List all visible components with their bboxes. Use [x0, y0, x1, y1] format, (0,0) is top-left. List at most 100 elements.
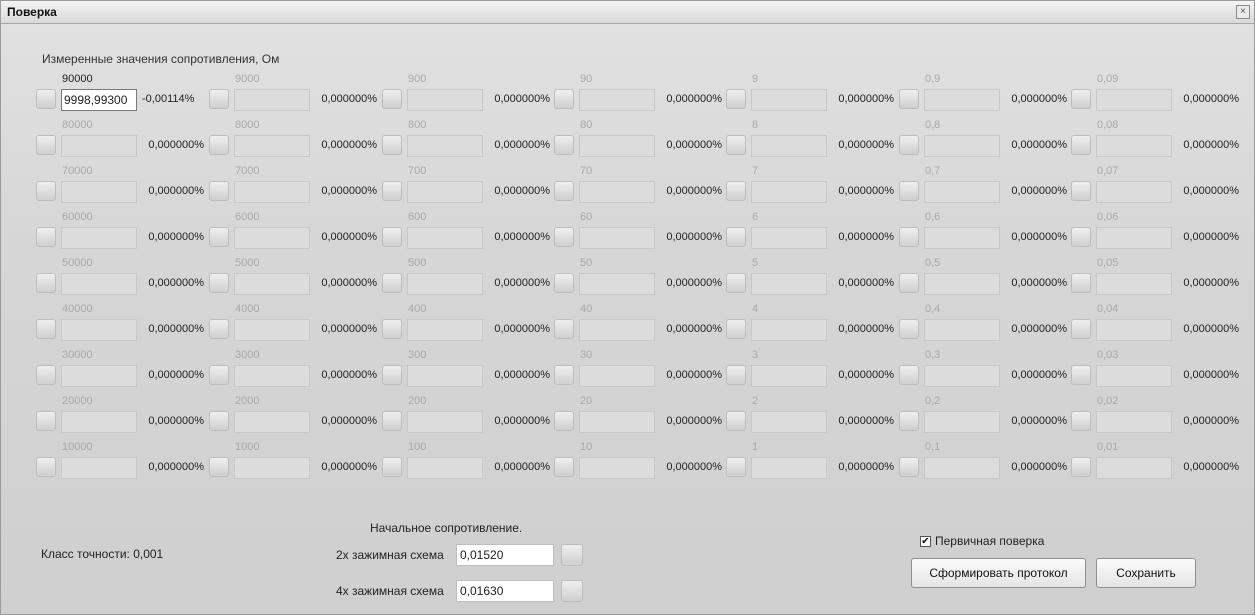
measure-button[interactable]: [554, 227, 574, 247]
measured-value-input[interactable]: [751, 319, 827, 341]
measure-button[interactable]: [899, 365, 919, 385]
measure-button[interactable]: [1071, 181, 1091, 201]
measure-button[interactable]: [899, 319, 919, 339]
measure-button[interactable]: [899, 411, 919, 431]
close-icon[interactable]: ×: [1236, 5, 1250, 19]
measured-value-input[interactable]: [924, 457, 1000, 479]
measured-value-input[interactable]: [924, 365, 1000, 387]
measure-button[interactable]: [382, 365, 402, 385]
measure-button[interactable]: [36, 89, 56, 109]
measured-value-input[interactable]: [234, 457, 310, 479]
measured-value-input[interactable]: [407, 457, 483, 479]
four-wire-measure-button[interactable]: [561, 580, 583, 602]
measured-value-input[interactable]: [234, 89, 310, 111]
measure-button[interactable]: [554, 411, 574, 431]
measure-button[interactable]: [209, 227, 229, 247]
measured-value-input[interactable]: [924, 135, 1000, 157]
measure-button[interactable]: [1071, 89, 1091, 109]
measure-button[interactable]: [36, 135, 56, 155]
measure-button[interactable]: [209, 319, 229, 339]
measured-value-input[interactable]: [751, 89, 827, 111]
measure-button[interactable]: [36, 273, 56, 293]
measured-value-input[interactable]: [61, 89, 137, 111]
measured-value-input[interactable]: [234, 181, 310, 203]
measure-button[interactable]: [209, 135, 229, 155]
measured-value-input[interactable]: [924, 411, 1000, 433]
measured-value-input[interactable]: [407, 273, 483, 295]
measured-value-input[interactable]: [407, 411, 483, 433]
measured-value-input[interactable]: [1096, 411, 1172, 433]
measure-button[interactable]: [209, 181, 229, 201]
measured-value-input[interactable]: [234, 365, 310, 387]
measured-value-input[interactable]: [61, 411, 137, 433]
measure-button[interactable]: [899, 273, 919, 293]
measure-button[interactable]: [899, 181, 919, 201]
measured-value-input[interactable]: [579, 227, 655, 249]
measure-button[interactable]: [382, 89, 402, 109]
measure-button[interactable]: [36, 227, 56, 247]
measured-value-input[interactable]: [61, 457, 137, 479]
measure-button[interactable]: [726, 135, 746, 155]
measured-value-input[interactable]: [1096, 319, 1172, 341]
measure-button[interactable]: [382, 319, 402, 339]
save-button[interactable]: Сохранить: [1096, 558, 1196, 588]
measured-value-input[interactable]: [579, 411, 655, 433]
measure-button[interactable]: [36, 411, 56, 431]
measured-value-input[interactable]: [1096, 457, 1172, 479]
measure-button[interactable]: [726, 227, 746, 247]
measured-value-input[interactable]: [751, 457, 827, 479]
measured-value-input[interactable]: [234, 319, 310, 341]
measured-value-input[interactable]: [61, 365, 137, 387]
measure-button[interactable]: [209, 411, 229, 431]
measured-value-input[interactable]: [579, 365, 655, 387]
measure-button[interactable]: [1071, 365, 1091, 385]
measured-value-input[interactable]: [579, 181, 655, 203]
two-wire-input[interactable]: [456, 544, 554, 566]
measured-value-input[interactable]: [234, 227, 310, 249]
measure-button[interactable]: [1071, 227, 1091, 247]
measured-value-input[interactable]: [407, 181, 483, 203]
measure-button[interactable]: [726, 181, 746, 201]
measure-button[interactable]: [899, 89, 919, 109]
measured-value-input[interactable]: [61, 181, 137, 203]
measured-value-input[interactable]: [407, 227, 483, 249]
measured-value-input[interactable]: [924, 181, 1000, 203]
measure-button[interactable]: [554, 135, 574, 155]
measured-value-input[interactable]: [924, 227, 1000, 249]
measured-value-input[interactable]: [1096, 135, 1172, 157]
measure-button[interactable]: [1071, 273, 1091, 293]
measure-button[interactable]: [1071, 319, 1091, 339]
measure-button[interactable]: [382, 273, 402, 293]
measure-button[interactable]: [726, 411, 746, 431]
measure-button[interactable]: [382, 411, 402, 431]
measured-value-input[interactable]: [751, 135, 827, 157]
measure-button[interactable]: [726, 457, 746, 477]
measured-value-input[interactable]: [751, 273, 827, 295]
measure-button[interactable]: [726, 365, 746, 385]
measured-value-input[interactable]: [61, 135, 137, 157]
two-wire-measure-button[interactable]: [561, 544, 583, 566]
measured-value-input[interactable]: [924, 273, 1000, 295]
measured-value-input[interactable]: [751, 411, 827, 433]
measured-value-input[interactable]: [234, 411, 310, 433]
measure-button[interactable]: [899, 457, 919, 477]
measured-value-input[interactable]: [579, 135, 655, 157]
measure-button[interactable]: [209, 457, 229, 477]
measure-button[interactable]: [554, 457, 574, 477]
measured-value-input[interactable]: [1096, 181, 1172, 203]
measured-value-input[interactable]: [407, 89, 483, 111]
measure-button[interactable]: [554, 273, 574, 293]
measure-button[interactable]: [1071, 135, 1091, 155]
measured-value-input[interactable]: [1096, 89, 1172, 111]
measured-value-input[interactable]: [407, 135, 483, 157]
measure-button[interactable]: [382, 181, 402, 201]
measured-value-input[interactable]: [1096, 365, 1172, 387]
measured-value-input[interactable]: [924, 319, 1000, 341]
measure-button[interactable]: [726, 273, 746, 293]
measured-value-input[interactable]: [61, 273, 137, 295]
measured-value-input[interactable]: [61, 227, 137, 249]
measure-button[interactable]: [726, 319, 746, 339]
measure-button[interactable]: [1071, 411, 1091, 431]
measure-button[interactable]: [36, 457, 56, 477]
measure-button[interactable]: [554, 319, 574, 339]
